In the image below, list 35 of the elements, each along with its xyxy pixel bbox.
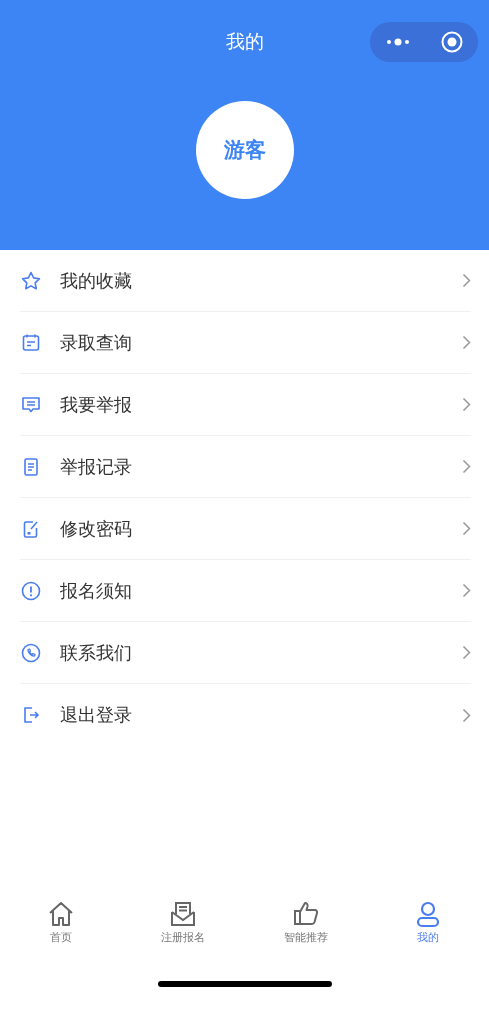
star-icon: [20, 269, 42, 292]
more-icon[interactable]: [385, 37, 411, 47]
page-title: 我的: [225, 29, 264, 54]
tab[interactable]: 首页: [0, 899, 123, 959]
chevron-icon: [462, 459, 471, 474]
chevron-icon: [462, 583, 471, 598]
menu-item[interactable]: 录取查询: [20, 312, 471, 374]
chevron-icon: [462, 707, 471, 723]
chevron-icon: [462, 335, 471, 350]
tab[interactable]: 智能推荐: [244, 899, 367, 959]
menu-label: 联系我们: [60, 640, 133, 665]
menu-label: 我的收藏: [60, 268, 133, 293]
menu-item[interactable]: 我的收藏: [20, 250, 471, 312]
chevron-icon: [462, 273, 471, 288]
menu-label: 修改密码: [60, 516, 133, 541]
tab[interactable]: 注册报名: [122, 899, 245, 959]
menu-label: 报名须知: [60, 578, 133, 603]
menu-item[interactable]: 修改密码: [20, 498, 471, 560]
menu-item[interactable]: 我要举报: [20, 374, 471, 436]
chevron-icon: [462, 645, 471, 660]
tab[interactable]: 我的: [366, 899, 489, 959]
menu-item[interactable]: 退出登录: [20, 684, 471, 746]
phone-icon: [20, 641, 42, 664]
info-icon: [20, 579, 42, 602]
chevron-icon: [462, 397, 471, 412]
menu-item[interactable]: 报名须知: [20, 560, 471, 622]
menu-label: 我要举报: [60, 392, 133, 417]
menu-label: 退出登录: [60, 703, 133, 727]
menu-label: 举报记录: [60, 454, 133, 479]
menu-item[interactable]: 举报记录: [20, 436, 471, 498]
menu-item[interactable]: 联系我们: [20, 622, 471, 684]
close-icon[interactable]: [441, 31, 463, 53]
avatar: 游客: [195, 101, 294, 199]
menu-label: 录取查询: [60, 330, 133, 355]
chevron-icon: [462, 521, 471, 536]
